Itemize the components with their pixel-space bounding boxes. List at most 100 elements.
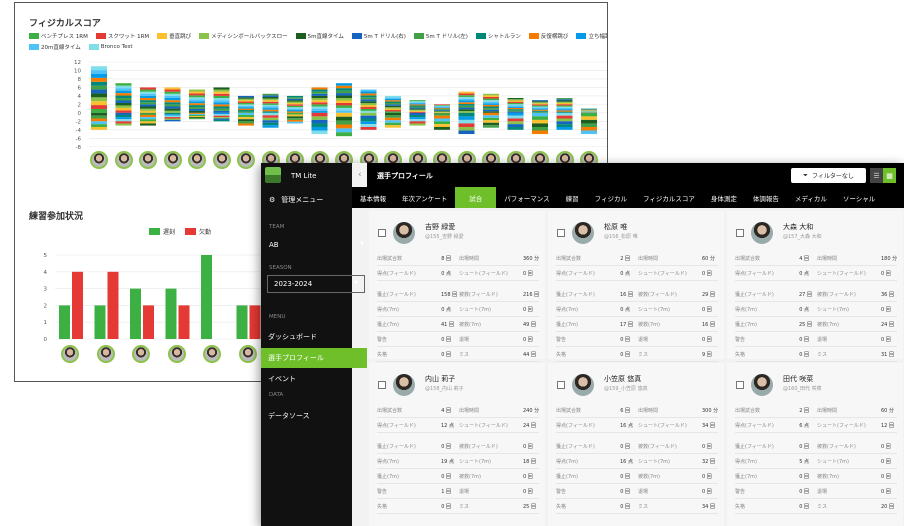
stat-row: 出場試合数 4 回 出場時間 240 分 [377, 404, 539, 418]
nav-dashboard[interactable]: ダッシュボード [261, 327, 367, 347]
avatar[interactable] [238, 345, 257, 363]
stat-value: 25 回 [799, 322, 812, 328]
stat-label: 出場時間 [638, 408, 659, 414]
late-bar[interactable] [59, 305, 70, 339]
stat-value: 8 回 [441, 256, 451, 262]
stat-label: 得点(7m) [556, 459, 578, 465]
stat-label: 失格 [377, 352, 388, 358]
stat-row: 獲止(フィールド) 27 回被救(フィールド) 36 回 [735, 288, 897, 302]
stat-value: 0 回 [702, 307, 712, 313]
stat-value: 0 回 [799, 337, 809, 343]
avatar[interactable] [167, 345, 186, 363]
tab-item[interactable]: フィジカルスコア [635, 187, 703, 208]
tab-item[interactable]: 体調報告 [745, 187, 787, 208]
late-bar[interactable] [94, 305, 106, 339]
avatar[interactable] [203, 345, 221, 363]
select-checkbox[interactable] [378, 229, 386, 237]
player-card[interactable]: 田代 咲菜 @160_田代 咲菜 出場試合数 2 回 出場時間 60 分得点(フィールド)… [727, 363, 903, 526]
stat-label: 被救(フィールド) [817, 444, 856, 450]
tab-item[interactable]: 年次アンケート [394, 187, 455, 208]
stat-value: 180 分 [881, 256, 898, 262]
tab-item[interactable]: 身体測定 [703, 187, 745, 208]
filter-button[interactable]: ⏷ フィルターなし [791, 168, 866, 183]
select-checkbox[interactable] [736, 229, 744, 237]
tab-item[interactable]: ソーシャル [835, 187, 883, 208]
absent-bar[interactable] [72, 271, 83, 339]
stat-label: ミス [459, 352, 470, 358]
tab-item[interactable]: メディカル [787, 187, 835, 208]
stat-row: 得点(7m) 0 点 シュート(7m) 0 回 [735, 303, 897, 317]
select-checkbox[interactable] [378, 381, 386, 389]
team-label: TEAM [269, 224, 285, 230]
tab-item[interactable]: 基本情報 [352, 187, 394, 208]
stat-label: 退場 [459, 489, 470, 495]
stat-value: 0 回 [620, 504, 630, 510]
tab-item[interactable]: 試合 [455, 187, 497, 208]
stat-label: 退場 [817, 489, 828, 495]
stat-value: 0 回 [799, 352, 809, 358]
avatar[interactable] [132, 345, 150, 363]
select-checkbox[interactable] [557, 229, 565, 237]
admin-menu[interactable]: ⚙ 管理メニュー [269, 195, 323, 205]
player-id: @159_小笠原 悠真 [604, 386, 648, 392]
stat-label: 被救(フィールド) [638, 292, 677, 298]
team-select[interactable]: AB ▼ [269, 241, 364, 249]
stat-label: 失格 [735, 352, 746, 358]
avatar [572, 374, 594, 396]
tab-item[interactable]: パフォーマンス [496, 187, 557, 208]
y-tick-label: 3 [44, 287, 48, 293]
avatar [393, 222, 415, 244]
select-checkbox[interactable] [557, 381, 565, 389]
chevron-left-icon[interactable]: ‹ [358, 170, 362, 180]
stat-label: 得点(フィールド) [735, 271, 774, 277]
stat-row: 失格 0 回 ミス 34 回 [556, 500, 718, 514]
absent-bar[interactable] [143, 305, 154, 339]
player-card[interactable]: 松原 唯 @156_松原 唯出場試合数 2 回 出場時間 60 分得点(フィールド) 0 … [548, 211, 724, 362]
player-card[interactable]: 吉野 緑愛 @155_吉野 緑愛 出場試合数 8 回 出場時間 360 分得点(フィールド… [369, 211, 545, 362]
nav-player-profile[interactable]: 選手プロフィール [261, 348, 367, 368]
nav-data-sources[interactable]: データソース [261, 406, 367, 426]
stat-value: 34 回 [702, 504, 715, 510]
stat-label: シュート(7m) [638, 307, 670, 313]
player-card[interactable]: 大森 大和 @157_大森 大和 出場試合数 4 回 出場時間 180 分得点(フィールド… [727, 211, 903, 362]
absent-bar[interactable] [249, 305, 261, 339]
stat-label: 警告 [556, 337, 567, 343]
stat-value: 16 回 [620, 292, 633, 298]
late-bar[interactable] [165, 288, 177, 339]
absent-bar[interactable] [107, 271, 119, 339]
stat-row: 得点(フィールド) 0 点 シュート(フィールド) 0 回 [556, 267, 718, 281]
stat-value: 0 回 [799, 504, 809, 510]
stat-label: 獲止(フィールド) [377, 444, 416, 450]
stat-value: 0 回 [881, 337, 891, 343]
y-tick-label: 5 [44, 253, 48, 259]
stat-value: 0 回 [523, 307, 533, 313]
tab-item[interactable]: 練習 [558, 187, 587, 208]
tab-item[interactable]: フィジカル [587, 187, 635, 208]
late-bar[interactable] [201, 255, 212, 339]
stat-label: 獲止(7m) [735, 322, 757, 328]
player-name: 吉野 緑愛 [425, 223, 456, 231]
player-name: 田代 咲菜 [783, 375, 814, 383]
stat-label: 被救(7m) [817, 322, 839, 328]
stat-label: 失格 [735, 504, 746, 510]
nav-events[interactable]: イベント [261, 369, 367, 389]
list-view-icon[interactable]: ☰ [870, 168, 883, 183]
late-bar[interactable] [130, 288, 141, 339]
avatar[interactable] [61, 345, 79, 363]
select-checkbox[interactable] [736, 381, 744, 389]
stat-row: 警告 1 回 退場 0 回 [377, 485, 539, 499]
season-select[interactable]: 2023-2024 ▼ [267, 275, 365, 293]
y-tick-label: 1 [44, 320, 48, 326]
late-bar[interactable] [236, 305, 248, 339]
player-card[interactable]: 小笠原 悠真 @159_小笠原 悠真 出場試合数 6 回 出場時間 300 分得点(フィー… [548, 363, 724, 526]
grid-view-icon[interactable]: ▦ [883, 168, 896, 183]
absent-bar[interactable] [178, 305, 190, 339]
player-card[interactable]: 内山 莉子 @158_内山 莉子 出場試合数 4 回 出場時間 240 分得点(フィールド… [369, 363, 545, 526]
stat-value: 0 回 [620, 352, 630, 358]
avatar[interactable] [96, 345, 115, 363]
app-name: TM Lite [291, 172, 317, 180]
stat-value: 0 回 [702, 489, 712, 495]
stat-value: 0 回 [441, 352, 451, 358]
stat-label: ミス [638, 352, 649, 358]
stat-label: 出場時間 [638, 256, 659, 262]
